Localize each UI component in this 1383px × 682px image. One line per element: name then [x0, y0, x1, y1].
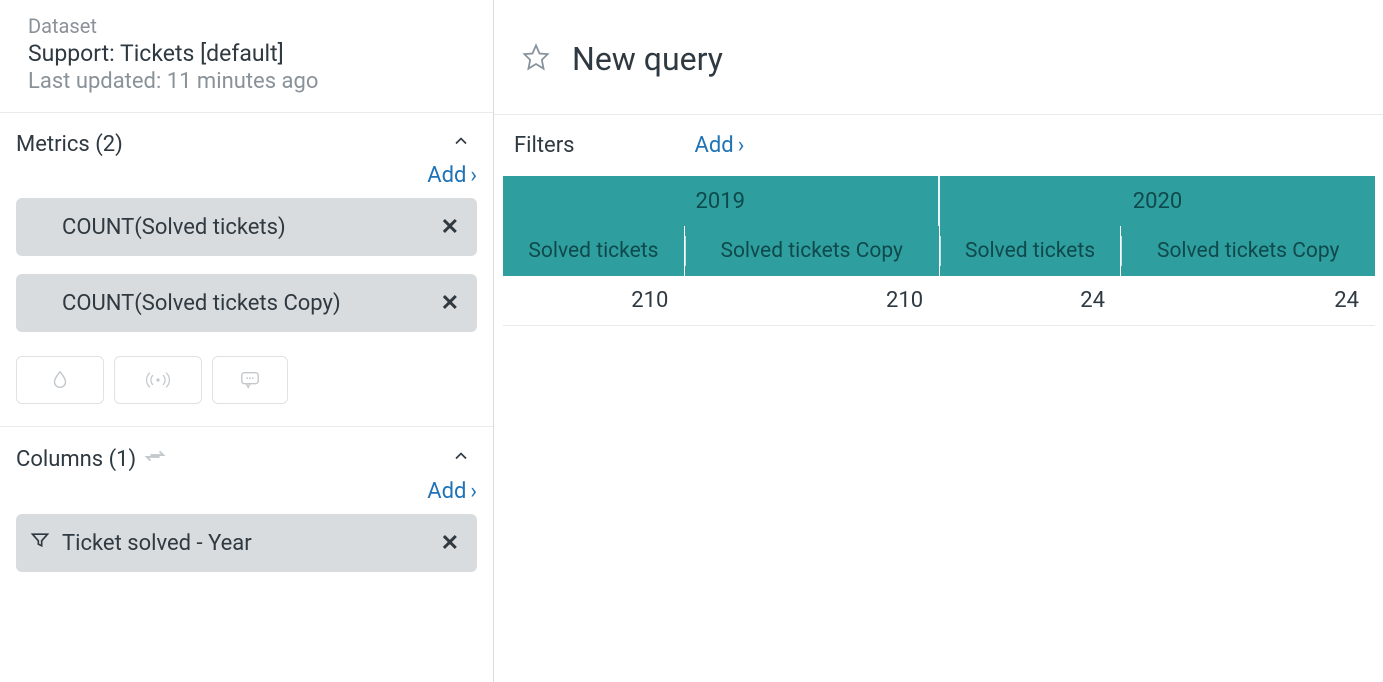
columns-add-link[interactable]: Add ›	[427, 479, 477, 504]
dataset-name: Support: Tickets [default]	[28, 40, 469, 67]
star-icon[interactable]	[522, 43, 550, 75]
close-icon[interactable]: ✕	[441, 291, 459, 316]
columns-section-header[interactable]: Columns (1)	[0, 427, 493, 479]
table-row: 210 210 24 24	[503, 276, 1376, 326]
columns-title-text: Columns (1)	[16, 447, 136, 472]
column-pill[interactable]: Ticket solved - Year ✕	[16, 514, 477, 572]
dataset-last-updated: Last updated: 11 minutes ago	[28, 69, 469, 94]
chat-icon-button[interactable]	[212, 356, 288, 404]
cell: 24	[1121, 276, 1375, 326]
dataset-block: Dataset Support: Tickets [default] Last …	[0, 0, 493, 113]
subcolumn-header[interactable]: Solved tickets Copy	[684, 226, 939, 276]
dataset-label: Dataset	[28, 14, 469, 38]
swap-icon[interactable]	[144, 445, 166, 473]
water-drop-icon-button[interactable]	[16, 356, 104, 404]
year-header[interactable]: 2020	[939, 176, 1375, 226]
year-header[interactable]: 2019	[503, 176, 940, 226]
chevron-up-icon[interactable]	[451, 446, 471, 472]
cell: 210	[684, 276, 939, 326]
chevron-up-icon[interactable]	[451, 131, 471, 157]
cell: 210	[503, 276, 685, 326]
metrics-add-link[interactable]: Add ›	[427, 163, 477, 188]
add-label: Add	[695, 133, 734, 158]
metrics-title: Metrics (2)	[16, 132, 123, 157]
metric-type-icons	[0, 350, 493, 426]
columns-title: Columns (1)	[16, 445, 166, 473]
add-label: Add	[427, 479, 466, 504]
subcolumn-header[interactable]: Solved tickets	[939, 226, 1121, 276]
filters-add-link[interactable]: Add ›	[695, 133, 745, 158]
query-title[interactable]: New query	[572, 40, 723, 78]
chevron-right-icon: ›	[470, 163, 477, 188]
cell: 24	[939, 276, 1121, 326]
title-bar: New query	[494, 0, 1383, 115]
broadcast-icon-button[interactable]	[114, 356, 202, 404]
main-panel: New query Filters Add › 2019 2020 Solved…	[494, 0, 1383, 682]
chevron-right-icon: ›	[738, 133, 745, 158]
filters-label: Filters	[514, 133, 575, 158]
close-icon[interactable]: ✕	[441, 531, 459, 556]
metric-label: COUNT(Solved tickets)	[62, 215, 286, 240]
metrics-section-header[interactable]: Metrics (2)	[0, 113, 493, 163]
metric-pill[interactable]: COUNT(Solved tickets Copy) ✕	[16, 274, 477, 332]
column-label: Ticket solved - Year	[62, 531, 252, 556]
subcolumn-header[interactable]: Solved tickets Copy	[1121, 226, 1375, 276]
add-label: Add	[427, 163, 466, 188]
sidebar: Dataset Support: Tickets [default] Last …	[0, 0, 494, 682]
filters-row: Filters Add ›	[494, 115, 1383, 176]
subcolumn-header[interactable]: Solved tickets	[503, 226, 685, 276]
results-table: 2019 2020 Solved tickets Solved tickets …	[502, 176, 1375, 326]
close-icon[interactable]: ✕	[441, 215, 459, 240]
filter-icon	[30, 530, 50, 556]
chevron-right-icon: ›	[470, 479, 477, 504]
metric-label: COUNT(Solved tickets Copy)	[62, 291, 341, 316]
metric-pill[interactable]: COUNT(Solved tickets) ✕	[16, 198, 477, 256]
